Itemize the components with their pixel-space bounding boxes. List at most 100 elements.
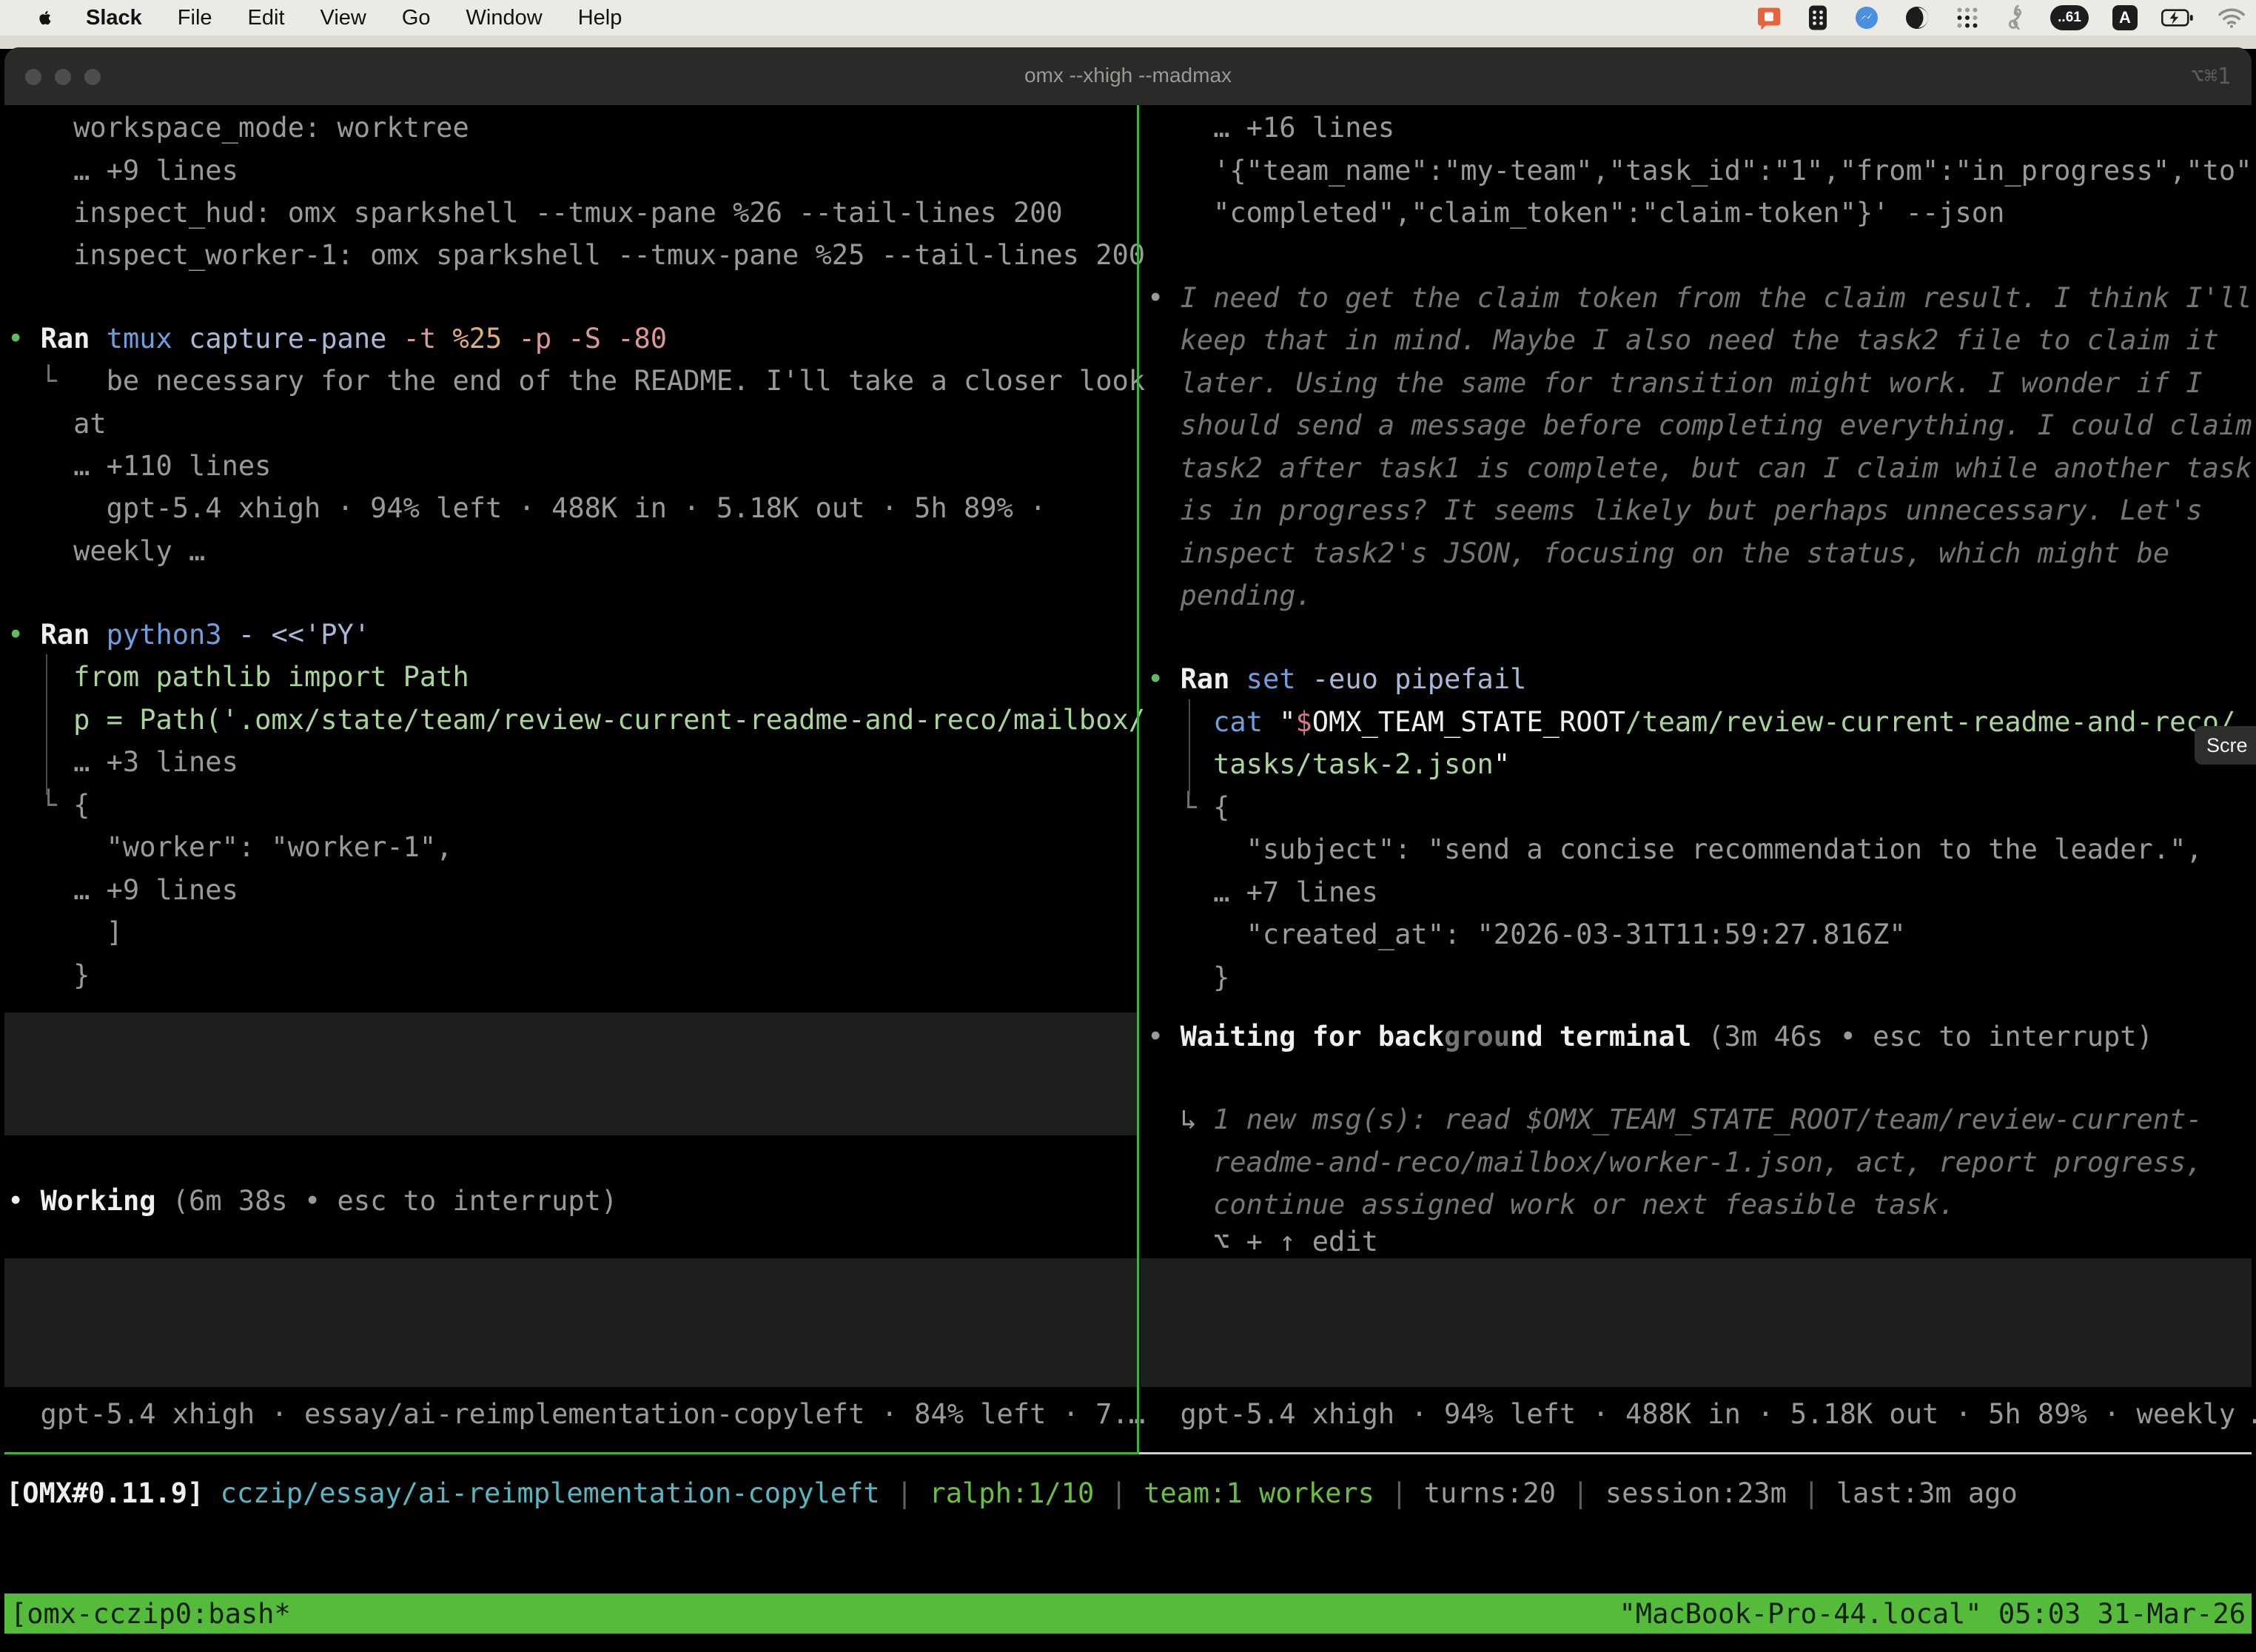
left-pane-terminal-line: … +110 lines	[7, 449, 271, 483]
menu-item-window[interactable]: Window	[466, 6, 543, 30]
terminal-text-segment: $	[1296, 706, 1312, 738]
terminal-text-segment: }	[7, 959, 90, 991]
terminal-text-segment: }	[1147, 961, 1229, 993]
terminal-text-segment: "completed","claim_token":"claim-token"}…	[1147, 197, 2004, 229]
terminal-text-segment: •	[1147, 663, 1181, 695]
left-pane-terminal-line: … +9 lines	[7, 873, 238, 907]
terminal-text-segment: ]	[7, 916, 123, 948]
terminal-text-segment: |	[880, 1477, 930, 1509]
left-pane-terminal-line: weekly …	[7, 534, 205, 568]
window-title-bar[interactable]: omx --xhigh --madmax ⌥⌘1	[4, 47, 2252, 105]
menu-item-view[interactable]: View	[320, 6, 366, 30]
window-title: omx --xhigh --madmax	[4, 64, 2252, 87]
right-pane-terminal-line: … +16 lines	[1147, 111, 1394, 145]
menu-item-go[interactable]: Go	[402, 6, 431, 30]
pane-divider	[1137, 105, 1139, 1454]
terminal-text-segment: •	[7, 1185, 41, 1217]
terminal-text-segment: |	[1556, 1477, 1605, 1509]
right-pane-terminal-line: gpt-5.4 xhigh · 94% left · 488K in · 5.1…	[1147, 1397, 2256, 1431]
tmux-host-clock: "MacBook-Pro-44.local" 05:03 31-Mar-26	[1619, 1598, 2246, 1630]
terminal-text-segment: readme-and-reco/mailbox/worker-1.json, a…	[1147, 1146, 2203, 1178]
apple-menu-icon[interactable]	[34, 7, 55, 28]
terminal-text-segment: python3	[107, 619, 238, 651]
wifi-icon[interactable]	[2218, 7, 2246, 29]
terminal-text-segment: is in progress? It seems likely but perh…	[1147, 494, 2203, 526]
left-pane-terminal-line: gpt-5.4 xhigh · 94% left · 488K in · 5.1…	[7, 491, 1046, 526]
tmux-session-tab[interactable]: [omx-cczip0:bash*	[10, 1598, 291, 1630]
terminal-text-segment: cat	[1213, 706, 1279, 738]
menu-bar: Slack File Edit View Go Window Help ..61…	[0, 0, 2256, 36]
right-pane-terminal-line: keep that in mind. Maybe I also need the…	[1147, 323, 2219, 357]
terminal-text-segment: nd terminal	[1510, 1021, 1708, 1052]
dragon-icon[interactable]	[2004, 4, 2027, 32]
terminal-text-segment: "	[1494, 748, 1510, 780]
terminal-text-segment: ralph:1/10	[929, 1477, 1094, 1509]
terminal-text-segment: from pathlib import Path	[7, 661, 469, 693]
left-pane-terminal-line: inspect_hud: omx sparkshell --tmux-pane …	[7, 196, 1063, 230]
terminal-text-segment: <<'PY'	[271, 619, 370, 651]
terminal-text-segment: workspace_mode: worktree	[7, 112, 469, 144]
right-pane-terminal-line: tasks/task-2.json"	[1147, 748, 1510, 782]
right-pane-prompt-input-area[interactable]	[1141, 1258, 2252, 1387]
terminal-text-segment: -p	[519, 323, 568, 355]
chat-notification-icon[interactable]	[1756, 4, 1782, 31]
left-pane-terminal-line: p = Path('.omx/state/team/review-current…	[7, 703, 1145, 737]
terminal-text-segment: task2 after task1 is complete, but can I…	[1147, 452, 2252, 484]
terminal-text-segment: "worker": "worker-1",	[7, 831, 452, 863]
terminal-text-segment: tasks/task-2.json	[1213, 748, 1494, 780]
terminal-text-segment: -euo pipefail	[1312, 663, 1527, 695]
messenger-icon[interactable]	[1853, 4, 1880, 31]
omx-status-line: [OMX#0.11.9] cczip/essay/ai-reimplementa…	[6, 1477, 2018, 1511]
left-pane-terminal-line: └ be necessary for the end of the README…	[7, 364, 1145, 398]
terminal-text-segment: (3m 46s • esc to interrupt)	[1708, 1021, 2152, 1052]
terminal-text-segment: "subject": "send a concise recommendatio…	[1147, 833, 2203, 865]
terminal-text-segment: inspect_hud: omx sparkshell --tmux-pane …	[7, 197, 1063, 229]
terminal-text-segment: keep that in mind. Maybe I also need the…	[1147, 324, 2219, 356]
menu-item-file[interactable]: File	[178, 6, 212, 30]
left-pane-terminal-line: workspace_mode: worktree	[7, 111, 469, 145]
left-pane-prompt-input-area[interactable]	[4, 1258, 1137, 1387]
window-shortcut-hint: ⌥⌘1	[2191, 64, 2231, 90]
terminal-text-segment: set	[1246, 663, 1312, 695]
terminal-text-segment: ⌥ + ↑ edit	[1147, 1226, 1378, 1258]
terminal-text-segment: {	[1213, 791, 1229, 823]
terminal-text-segment: weekly …	[7, 535, 205, 567]
left-pane-terminal-line: ]	[7, 916, 123, 950]
terminal-text-segment: OMX_TEAM_STATE_ROOT	[1312, 706, 1625, 738]
terminal-text-segment	[1147, 748, 1213, 780]
left-pane-terminal-line: └ {	[7, 788, 90, 822]
left-pane-terminal-line: from pathlib import Path	[7, 660, 469, 694]
menu-item-help[interactable]: Help	[578, 6, 622, 30]
terminal-text-segment: ↳	[1147, 1104, 1213, 1135]
dots-grid-icon[interactable]	[1954, 4, 1981, 31]
menu-item-app[interactable]: Slack	[86, 6, 142, 30]
terminal-text-segment: continue assigned work or next feasible …	[1147, 1189, 1955, 1220]
terminal-text-segment: at	[7, 408, 107, 440]
right-pane-terminal-line: task2 after task1 is complete, but can I…	[1147, 451, 2252, 486]
left-pane-terminal-line: at	[7, 407, 107, 441]
right-pane-terminal-line: is in progress? It seems likely but perh…	[1147, 494, 2203, 528]
right-pane-terminal-line: cat "$OMX_TEAM_STATE_ROOT/team/review-cu…	[1147, 705, 2235, 739]
terminal-text-segment: … +3 lines	[7, 746, 238, 778]
terminal-text-segment: └	[7, 789, 73, 821]
terminal-text-segment: turns:20	[1424, 1477, 1556, 1509]
keypad-icon[interactable]	[1806, 4, 1830, 31]
left-pane-terminal-line: • Ran tmux capture-pane -t %25 -p -S -80	[7, 322, 667, 356]
terminal-text-segment: capture-pane	[189, 323, 403, 355]
terminal-text-segment: … +9 lines	[7, 155, 238, 187]
terminal-text-segment: -S	[568, 323, 617, 355]
terminal-text-segment: Working	[41, 1185, 172, 1217]
right-pane-terminal-line: '{"team_name":"my-team","task_id":"1","f…	[1147, 154, 2256, 188]
menu-item-edit[interactable]: Edit	[248, 6, 285, 30]
terminal-text-segment: |	[1787, 1477, 1836, 1509]
crescent-icon[interactable]	[1904, 4, 1930, 31]
terminal-text-segment: I need to get the claim token from the c…	[1181, 282, 2252, 314]
input-source-icon[interactable]: A	[2112, 5, 2138, 30]
terminal-text-segment: Ran	[1181, 663, 1246, 695]
left-pane-terminal-line: … +3 lines	[7, 745, 238, 779]
terminal-text-segment: └	[7, 365, 107, 397]
terminal-text-segment: session:23m	[1605, 1477, 1787, 1509]
left-pane-terminal-line: • Ran python3 - <<'PY'	[7, 618, 370, 652]
count-badge-icon[interactable]: ..61	[2050, 5, 2089, 30]
battery-icon[interactable]	[2161, 8, 2194, 27]
